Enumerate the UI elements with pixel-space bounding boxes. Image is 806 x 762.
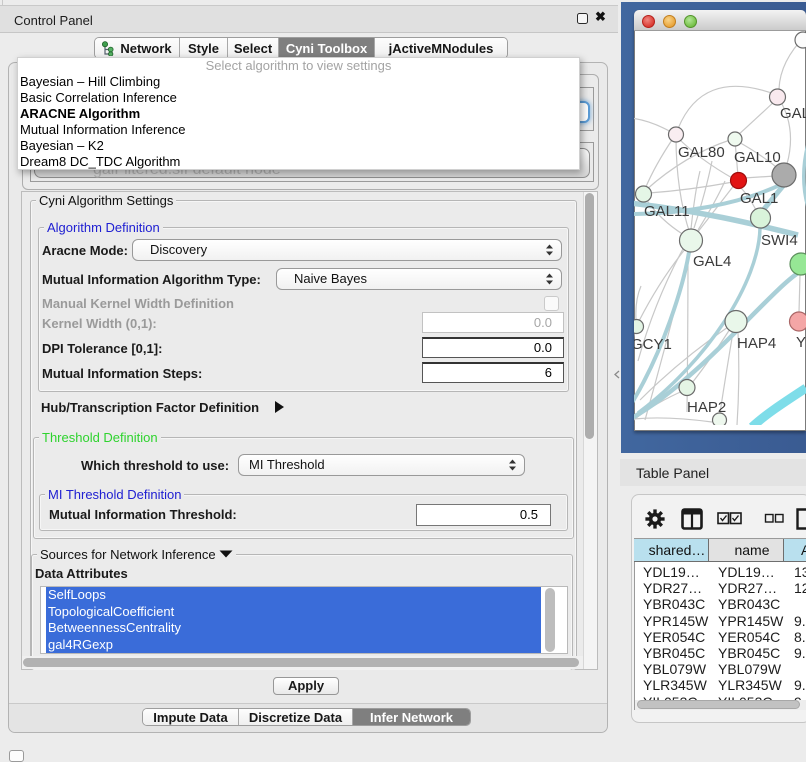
svg-text:GAL11: GAL11: [644, 203, 690, 220]
svg-text:SWI4: SWI4: [761, 232, 798, 249]
svg-text:YJR048W: YJR048W: [796, 334, 806, 351]
svg-text:HAP4: HAP4: [737, 335, 776, 352]
svg-text:GAL10: GAL10: [734, 149, 781, 166]
svg-text:GAL80: GAL80: [678, 144, 725, 161]
svg-text:GAL2: GAL2: [780, 105, 806, 122]
svg-text:GCY1: GCY1: [634, 336, 672, 353]
svg-text:GAL4: GAL4: [693, 253, 731, 270]
svg-text:HAP2: HAP2: [687, 399, 726, 416]
svg-text:GAL1: GAL1: [740, 190, 778, 207]
